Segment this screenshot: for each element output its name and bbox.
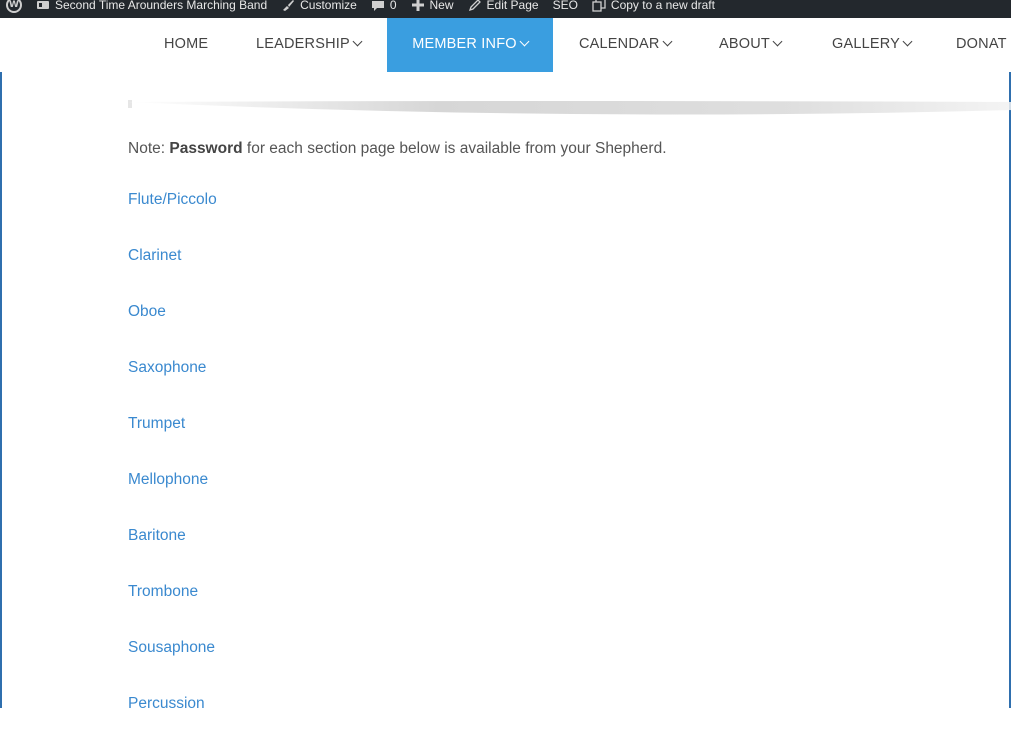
note-prefix: Note: [128,140,170,157]
nav-item-label: CALENDAR [579,36,660,52]
chevron-down-icon [352,36,363,47]
nav-item-leadership[interactable]: LEADERSHIP [256,30,363,72]
plus-icon [411,0,424,11]
nav-item-label: HOME [164,36,209,52]
section-links-list: Flute/Piccolo Clarinet Oboe Saxophone Tr… [128,190,217,750]
section-link-trombone[interactable]: Trombone [128,583,198,600]
nav-item-label: MEMBER INFO [412,36,517,52]
list-item: Mellophone [128,470,217,526]
section-link-baritone[interactable]: Baritone [128,527,186,544]
comments-link[interactable]: 0 [371,0,397,12]
note-bold: Password [169,140,243,157]
list-item: Saxophone [128,358,217,414]
chevron-down-icon [519,36,530,47]
note-rest: for each section page below is available… [242,140,667,157]
section-link-mellophone[interactable]: Mellophone [128,471,208,488]
dashboard-icon [37,1,49,9]
chevron-down-icon [662,36,673,47]
customize-label: Customize [300,0,357,12]
pencil-icon [468,0,481,12]
main-nav: HOME LEADERSHIP MEMBER INFO CALENDAR ABO… [0,18,1011,72]
edit-page-label: Edit Page [486,0,539,12]
list-item: Trumpet [128,414,217,470]
section-link-flute-piccolo[interactable]: Flute/Piccolo [128,191,217,208]
nav-item-donate[interactable]: DONAT [956,30,1007,72]
section-link-clarinet[interactable]: Clarinet [128,247,181,264]
nav-item-home[interactable]: HOME [164,30,208,72]
admin-bar: W Second Time Arounders Marching Band Cu… [0,0,1011,18]
list-item: Baritone [128,526,217,582]
chevron-down-icon [772,36,783,47]
nav-item-gallery[interactable]: GALLERY [832,30,913,72]
site-name-link[interactable]: Second Time Arounders Marching Band [36,0,267,12]
customize-link[interactable]: Customize [281,0,357,12]
section-link-sousaphone[interactable]: Sousaphone [128,639,215,656]
list-item: Oboe [128,302,217,358]
list-item: Flute/Piccolo [128,190,217,246]
section-link-percussion[interactable]: Percussion [128,695,205,712]
seo-label: SEO [552,0,578,12]
list-item: Clarinet [128,246,217,302]
nav-item-label: LEADERSHIP [256,36,350,52]
list-item: Percussion [128,694,217,750]
nav-item-member-info[interactable]: MEMBER INFO [387,18,553,72]
section-link-oboe[interactable]: Oboe [128,303,166,320]
shadow-divider [128,101,1011,115]
section-link-saxophone[interactable]: Saxophone [128,359,206,376]
list-item: Sousaphone [128,638,217,694]
nav-item-label: ABOUT [719,36,770,52]
nav-item-label: DONAT [956,36,1007,52]
copy-draft-label: Copy to a new draft [610,0,715,12]
list-item: Trombone [128,582,217,638]
wordpress-logo-icon[interactable]: W [6,0,22,13]
edit-page-link[interactable]: Edit Page [468,0,539,12]
copy-draft-link[interactable]: Copy to a new draft [592,0,715,12]
site-name-label: Second Time Arounders Marching Band [55,0,268,12]
new-label: New [429,0,454,12]
password-note: Note: Password for each section page bel… [128,140,667,158]
chevron-down-icon [902,36,913,47]
copy-icon [592,0,606,12]
section-link-trumpet[interactable]: Trumpet [128,415,185,432]
nav-item-about[interactable]: ABOUT [719,30,783,72]
nav-item-calendar[interactable]: CALENDAR [579,30,673,72]
brush-icon [283,0,295,11]
new-content-link[interactable]: New [411,0,454,12]
comment-icon [371,1,384,11]
seo-menu[interactable]: SEO [553,0,578,12]
nav-item-label: GALLERY [832,36,901,52]
comments-count: 0 [389,0,397,12]
